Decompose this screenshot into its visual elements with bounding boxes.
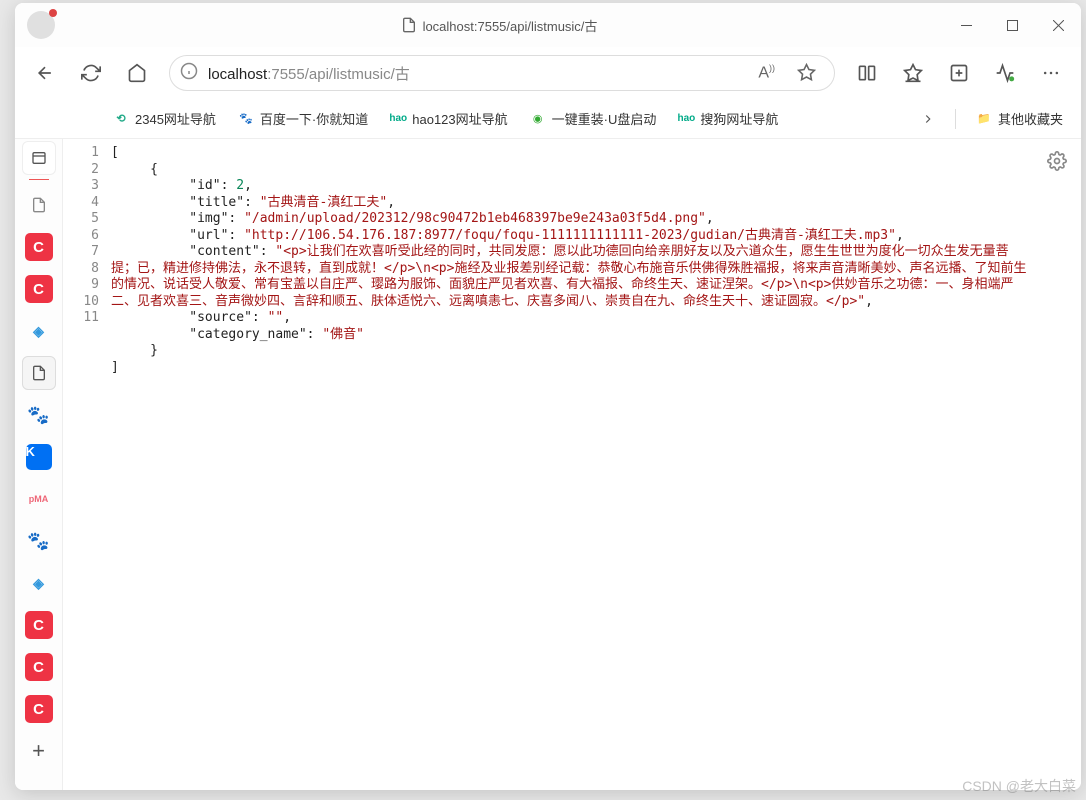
sidebar-c4[interactable]: C <box>22 650 56 684</box>
sidebar-add[interactable]: + <box>22 734 56 768</box>
more-button[interactable] <box>1031 53 1071 93</box>
sidebar-k[interactable]: K <box>22 440 56 474</box>
other-favorites[interactable]: 📁其他收藏夹 <box>970 105 1069 132</box>
title-text: localhost:7555/api/listmusic/古 <box>423 16 598 35</box>
sidebar-cube-2[interactable]: ◈ <box>22 566 56 600</box>
read-aloud-icon[interactable]: A)) <box>758 63 775 82</box>
back-button[interactable] <box>25 53 65 93</box>
sidebar-pma[interactable]: pMA <box>22 482 56 516</box>
bookmark-hao123[interactable]: haohao123网址导航 <box>384 105 513 132</box>
bookmark-overflow[interactable] <box>915 108 941 130</box>
close-button[interactable] <box>1035 3 1081 47</box>
sidebar-baidu-2[interactable]: 🐾 <box>22 524 56 558</box>
title-bar: localhost:7555/api/listmusic/古 <box>15 3 1081 47</box>
favorite-icon[interactable] <box>797 63 816 82</box>
site-info-icon[interactable] <box>180 62 198 85</box>
sidebar-cube-1[interactable]: ◈ <box>22 314 56 348</box>
toolbar: localhost:7555/api/listmusic/古 A)) <box>15 47 1081 99</box>
sidebar-doc-1[interactable] <box>22 188 56 222</box>
bookmark-sogou[interactable]: hao搜狗网址导航 <box>672 105 784 132</box>
line-numbers: 1234567 891011 <box>63 139 107 790</box>
bookmark-reinstall[interactable]: ◉一键重装·U盘启动 <box>524 105 663 132</box>
watermark: CSDN @老大白菜 <box>962 776 1076 796</box>
json-code: [ { "id": 2, "title": "古典清音-滇红工夫", "img"… <box>107 139 1081 790</box>
sidebar-c2[interactable]: C <box>22 272 56 306</box>
sidebar-tab-1[interactable] <box>22 141 56 175</box>
minimize-button[interactable] <box>943 3 989 47</box>
settings-icon[interactable] <box>1047 151 1067 176</box>
sidebar-c3[interactable]: C <box>22 608 56 642</box>
bookmark-baidu[interactable]: 🐾百度一下·你就知道 <box>232 105 374 132</box>
page-icon <box>401 17 417 33</box>
bookmarks-bar: ⟲2345网址导航 🐾百度一下·你就知道 haohao123网址导航 ◉一键重装… <box>15 99 1081 139</box>
bookmark-2345[interactable]: ⟲2345网址导航 <box>107 105 222 132</box>
split-screen-button[interactable] <box>847 53 887 93</box>
maximize-button[interactable] <box>989 3 1035 47</box>
address-bar[interactable]: localhost:7555/api/listmusic/古 A)) <box>169 55 835 91</box>
collections-button[interactable] <box>939 53 979 93</box>
browser-window: localhost:7555/api/listmusic/古 localhost… <box>15 3 1081 790</box>
sidebar-baidu[interactable]: 🐾 <box>22 398 56 432</box>
favorites-button[interactable] <box>893 53 933 93</box>
refresh-button[interactable] <box>71 53 111 93</box>
workspace: C C ◈ 🐾 K pMA 🐾 ◈ C C C + 1234567 891011… <box>15 139 1081 790</box>
home-button[interactable] <box>117 53 157 93</box>
window-controls <box>943 3 1081 47</box>
performance-button[interactable] <box>985 53 1025 93</box>
url-text: localhost:7555/api/listmusic/古 <box>208 63 750 84</box>
content-area: 1234567 891011 [ { "id": 2, "title": "古典… <box>63 139 1081 790</box>
sidebar-doc-active[interactable] <box>22 356 56 390</box>
sidebar-c5[interactable]: C <box>22 692 56 726</box>
profile-avatar[interactable] <box>27 11 55 39</box>
sidebar: C C ◈ 🐾 K pMA 🐾 ◈ C C C + <box>15 139 63 790</box>
window-title: localhost:7555/api/listmusic/古 <box>55 16 943 35</box>
sidebar-c1[interactable]: C <box>22 230 56 264</box>
